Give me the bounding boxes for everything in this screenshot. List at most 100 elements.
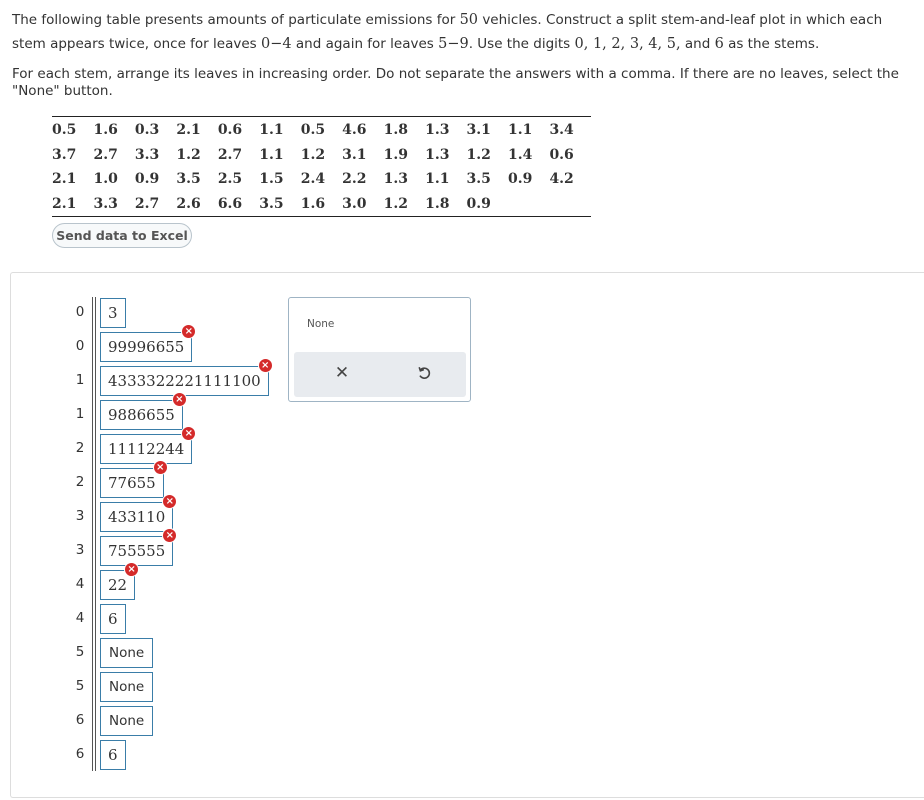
prompt-text: as the stems.: [723, 36, 820, 52]
leaf-input[interactable]: 755555: [100, 536, 174, 566]
stem-digits: 0, 1, 2, 3, 4, 5,: [574, 36, 681, 52]
error-icon: ×: [171, 392, 187, 407]
table-cell: 1.2: [383, 195, 408, 212]
table-cell: 1.0: [93, 171, 118, 188]
table-cell: 1.4: [507, 146, 533, 163]
leaf-input[interactable]: 11112244: [100, 434, 193, 464]
table-cell: 3.7: [52, 146, 77, 163]
table-row: 2.1 1.0 0.9 3.5 2.5 1.5 2.4 2.2 1.3 1.1 3.5 0.9 4.2: [52, 167, 591, 192]
table-cell: 3.1: [342, 146, 367, 163]
stem-label: 1: [75, 372, 85, 388]
table-cell: 1.1: [425, 171, 450, 188]
leaf-input[interactable]: None: [100, 706, 154, 736]
stem-label: 0: [75, 338, 85, 354]
leaf-input[interactable]: 6: [100, 740, 126, 770]
stem-label: 1: [75, 406, 85, 422]
leaf-input[interactable]: None: [100, 672, 154, 702]
prompt-text: and: [680, 36, 715, 52]
table-cell: 3.5: [466, 171, 491, 188]
table-cell: 1.6: [300, 195, 326, 212]
stem-label: 4: [75, 610, 85, 626]
error-icon: ×: [124, 562, 140, 577]
table-cell: 0.3: [134, 122, 160, 139]
problem-statement: The following table presents amounts of …: [12, 8, 917, 99]
send-to-excel-button[interactable]: Send data to Excel: [52, 223, 192, 248]
error-icon: ×: [257, 358, 273, 373]
instructions-paragraph-2: For each stem, arrange its leaves in inc…: [12, 66, 899, 99]
table-cell: 1.2: [176, 146, 201, 163]
stem-label: 6: [75, 712, 85, 728]
table-cell: [508, 192, 549, 217]
table-cell: 0.9: [507, 171, 533, 188]
table-cell: 0.5: [300, 122, 326, 139]
table-cell: 1.9: [383, 146, 408, 163]
stem-digit-six: 6: [714, 36, 724, 52]
table-cell: 1.2: [300, 146, 326, 163]
table-cell: 1.1: [259, 122, 284, 139]
table-cell: 2.1: [176, 122, 201, 139]
stem-divider-line: [95, 297, 96, 771]
table-row: 3.7 2.7 3.3 1.2 2.7 1.1 1.2 3.1 1.9 1.3 1.2 1.4 0.6: [52, 143, 591, 168]
table-cell: 1.8: [383, 122, 408, 139]
leaf-input[interactable]: 6: [100, 604, 126, 634]
leaf-input[interactable]: 99996655: [100, 332, 193, 362]
table-cell: 1.5: [259, 171, 284, 188]
leaf-input[interactable]: 4333322221111100: [100, 366, 269, 396]
table-cell: 0.9: [466, 195, 491, 212]
stem-label: 5: [75, 678, 85, 694]
table-cell: 1.3: [425, 146, 450, 163]
table-cell: 3.5: [176, 171, 201, 188]
table-cell: 3.4: [549, 122, 574, 139]
table-cell: 1.3: [425, 122, 450, 139]
vehicle-count: 50: [459, 12, 479, 28]
table-cell: 0.6: [217, 122, 243, 139]
instructions-paragraph-1: The following table presents amounts of …: [12, 8, 917, 56]
stem-label: 6: [75, 746, 85, 762]
none-button[interactable]: None: [307, 318, 334, 330]
table-cell: 2.1: [52, 171, 77, 188]
table-cell: 0.9: [134, 171, 160, 188]
table-cell: 4.6: [342, 122, 367, 139]
emissions-data-table: 0.5 1.6 0.3 2.1 0.6 1.1 0.5 4.6 1.8 1.3 3.1 1.1 3.4 3…: [52, 116, 591, 217]
undo-icon[interactable]: [415, 364, 433, 382]
error-icon: ×: [152, 460, 168, 475]
table-cell: 2.5: [217, 171, 243, 188]
leaf-input[interactable]: 3: [100, 298, 126, 328]
table-cell: 0.6: [549, 146, 574, 163]
answer-tools-palette: None ✕: [288, 297, 471, 402]
table-cell: 3.3: [93, 195, 118, 212]
stem-label: 2: [75, 440, 85, 456]
prompt-text: The following table presents amounts of …: [12, 12, 460, 28]
stem-divider-line: [92, 297, 93, 771]
leaf-input[interactable]: None: [100, 638, 154, 668]
table-cell: 1.1: [507, 122, 533, 139]
table-cell: 1.6: [93, 122, 118, 139]
stem-label: 4: [75, 576, 85, 592]
table-cell: 3.1: [466, 122, 491, 139]
table-cell: 3.5: [259, 195, 284, 212]
table-cell: 1.1: [259, 146, 284, 163]
table-cell: 0.5: [52, 122, 77, 139]
table-cell: [549, 192, 591, 217]
stem-label: 3: [75, 508, 85, 524]
table-cell: 3.3: [134, 146, 160, 163]
stem-label: 2: [75, 474, 85, 490]
prompt-text: and again for leaves: [291, 36, 439, 52]
table-cell: 1.8: [425, 195, 450, 212]
stem-label: 3: [75, 542, 85, 558]
stem-label: 0: [75, 304, 85, 320]
leaf-range-high: 5−9: [438, 36, 469, 52]
close-icon[interactable]: ✕: [333, 364, 351, 382]
table-cell: 2.2: [342, 171, 367, 188]
table-row: 2.1 3.3 2.7 2.6 6.6 3.5 1.6 3.0 1.2 1.8 0.9: [52, 192, 591, 217]
table-cell: 3.0: [342, 195, 367, 212]
stem-label: 5: [75, 644, 85, 660]
table-cell: 2.7: [93, 146, 118, 163]
table-cell: 4.2: [549, 171, 574, 188]
leaf-input[interactable]: 433110: [100, 502, 174, 532]
leaf-input[interactable]: 9886655: [100, 400, 183, 430]
table-cell: 2.7: [134, 195, 160, 212]
table-cell: 2.6: [176, 195, 201, 212]
table-cell: 2.1: [52, 195, 77, 212]
table-row: 0.5 1.6 0.3 2.1 0.6 1.1 0.5 4.6 1.8 1.3 3.1 1.1 3.4: [52, 117, 591, 143]
